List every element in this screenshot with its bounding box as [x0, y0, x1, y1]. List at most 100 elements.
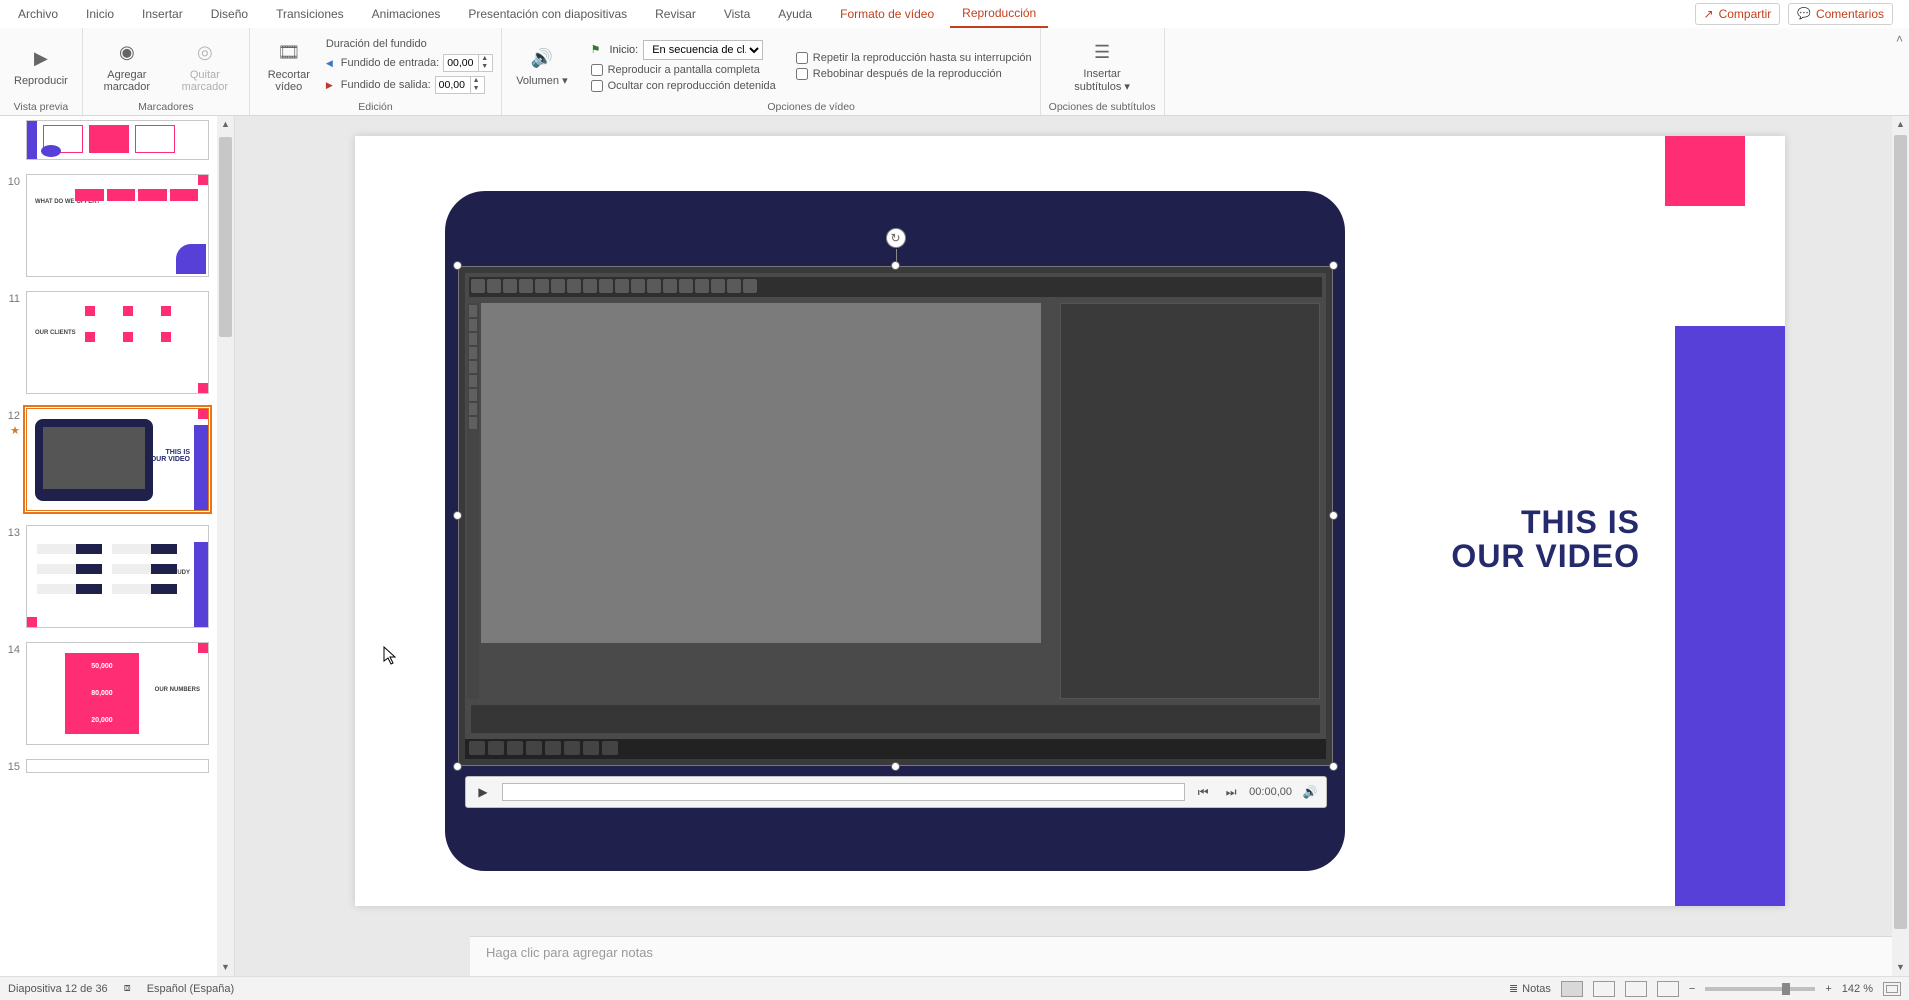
fade-in-spinner[interactable]: ▲▼: [443, 54, 493, 72]
scroll-down-icon[interactable]: ▼: [217, 959, 234, 976]
resize-handle[interactable]: [453, 762, 462, 771]
zoom-slider[interactable]: [1705, 987, 1815, 991]
thumb-14-v2: 80,000: [91, 690, 112, 697]
slide-thumb-15-partial[interactable]: [26, 759, 209, 773]
fade-in-input[interactable]: [444, 57, 478, 69]
share-button[interactable]: Compartir: [1695, 3, 1781, 25]
zoom-in-button[interactable]: +: [1825, 983, 1831, 995]
bookmark-add-icon: ◉: [113, 39, 141, 67]
ribbon-group-preview: ▶ Reproducir Vista previa: [0, 28, 83, 115]
trim-video-label: Recortar vídeo: [264, 69, 314, 93]
player-play-button[interactable]: ▶: [472, 781, 494, 803]
status-slide-indicator[interactable]: Diapositiva 12 de 36: [8, 983, 108, 995]
ribbon-volume-label: [540, 99, 543, 113]
editor-scrollbar[interactable]: ▲ ▼: [1892, 116, 1909, 976]
loop-label: Repetir la reproducción hasta su interru…: [813, 52, 1032, 64]
fade-out-spinner[interactable]: ▲▼: [435, 76, 485, 94]
collapse-ribbon-icon[interactable]: ˄: [1896, 32, 1903, 46]
video-frame[interactable]: [458, 266, 1333, 766]
fullscreen-checkbox[interactable]: [591, 64, 603, 76]
accessibility-icon[interactable]: ⧈: [124, 982, 131, 995]
view-slideshow-icon[interactable]: [1657, 981, 1679, 997]
fade-out-label: Fundido de salida:: [341, 79, 431, 91]
add-bookmark-label: Agregar marcador: [97, 69, 157, 93]
ribbon-video-opts-label: Opciones de vídeo: [767, 99, 855, 113]
start-select[interactable]: En secuencia de cl...: [643, 40, 763, 60]
slide-thumb-13[interactable]: CASE STUDY: [26, 525, 209, 628]
menu-inicio[interactable]: Inicio: [74, 1, 126, 27]
menu-archivo[interactable]: Archivo: [6, 1, 70, 27]
volume-button[interactable]: 🔊 Volumen ▾: [510, 42, 573, 89]
remove-bookmark-button: ◎ Quitar marcador: [169, 37, 241, 95]
start-flag-icon: [591, 43, 605, 56]
player-prev-button[interactable]: ⏮: [1193, 785, 1213, 800]
player-volume-button[interactable]: 🔊: [1300, 785, 1320, 799]
scroll-up-icon[interactable]: ▲: [1892, 116, 1909, 133]
menu-presentacion[interactable]: Presentación con diapositivas: [456, 1, 639, 27]
video-object-selection[interactable]: ↻: [458, 266, 1333, 766]
menu-reproduccion[interactable]: Reproducción: [950, 0, 1048, 28]
status-language[interactable]: Español (España): [147, 983, 234, 995]
scroll-down-icon[interactable]: ▼: [1892, 959, 1909, 976]
fit-to-window-icon[interactable]: [1883, 982, 1901, 996]
slide-thumb-9-partial[interactable]: [26, 120, 209, 160]
resize-handle[interactable]: [891, 261, 900, 270]
comments-button[interactable]: Comentarios: [1788, 3, 1893, 25]
fade-in-label: Fundido de entrada:: [341, 57, 439, 69]
notes-pane[interactable]: Haga clic para agregar notas: [470, 936, 1892, 976]
scroll-up-icon[interactable]: ▲: [217, 116, 234, 133]
slide-thumb-12[interactable]: THIS IS OUR VIDEO: [26, 408, 209, 511]
decor-pink-square: [1665, 136, 1745, 206]
menu-vista[interactable]: Vista: [712, 1, 762, 27]
menu-insertar[interactable]: Insertar: [130, 1, 195, 27]
player-next-button[interactable]: ⏭: [1221, 785, 1241, 800]
menu-transiciones[interactable]: Transiciones: [264, 1, 356, 27]
thumb-12-t1: THIS IS: [151, 449, 190, 456]
view-normal-icon[interactable]: [1561, 981, 1583, 997]
thumb-scrollbar[interactable]: ▲ ▼: [217, 116, 234, 976]
slide-thumb-10[interactable]: WHAT DO WE OFFER?: [26, 174, 209, 277]
scroll-handle[interactable]: [219, 137, 232, 337]
fullscreen-checkbox-row[interactable]: Reproducir a pantalla completa: [591, 64, 760, 76]
thumb-number: 14: [6, 642, 20, 656]
loop-checkbox[interactable]: [796, 52, 808, 64]
menu-diseno[interactable]: Diseño: [199, 1, 260, 27]
view-reading-icon[interactable]: [1625, 981, 1647, 997]
menu-ayuda[interactable]: Ayuda: [766, 1, 824, 27]
add-bookmark-button[interactable]: ◉ Agregar marcador: [91, 37, 163, 95]
slide-thumb-11[interactable]: OUR CLIENTS: [26, 291, 209, 394]
hide-checkbox[interactable]: [591, 80, 603, 92]
play-preview-button[interactable]: ▶ Reproducir: [8, 43, 74, 89]
zoom-slider-knob[interactable]: [1782, 983, 1790, 995]
hide-checkbox-row[interactable]: Ocultar con reproducción detenida: [591, 80, 776, 92]
menu-formato-video[interactable]: Formato de vídeo: [828, 1, 946, 27]
notes-toggle[interactable]: ≣Notas: [1509, 982, 1551, 995]
slide-editor[interactable]: THIS IS OUR VIDEO ↻: [235, 116, 1909, 976]
scroll-handle[interactable]: [1894, 135, 1907, 929]
slide-title: THIS IS OUR VIDEO: [1451, 506, 1640, 573]
zoom-out-button[interactable]: −: [1689, 983, 1695, 995]
rotate-handle-icon[interactable]: ↻: [886, 228, 906, 248]
view-sorter-icon[interactable]: [1593, 981, 1615, 997]
menu-revisar[interactable]: Revisar: [643, 1, 708, 27]
fade-out-input[interactable]: [436, 79, 470, 91]
zoom-level[interactable]: 142 %: [1842, 983, 1873, 995]
scroll-track[interactable]: [1892, 133, 1909, 959]
resize-handle[interactable]: [453, 511, 462, 520]
slide-canvas[interactable]: THIS IS OUR VIDEO ↻: [355, 136, 1785, 906]
resize-handle[interactable]: [1329, 261, 1338, 270]
resize-handle[interactable]: [1329, 511, 1338, 520]
slide-thumb-14[interactable]: 50,000 80,000 20,000 OUR NUMBERS: [26, 642, 209, 745]
rewind-checkbox[interactable]: [796, 68, 808, 80]
resize-handle[interactable]: [453, 261, 462, 270]
rewind-checkbox-row[interactable]: Rebobinar después de la reproducción: [796, 68, 1002, 80]
loop-checkbox-row[interactable]: Repetir la reproducción hasta su interru…: [796, 52, 1032, 64]
resize-handle[interactable]: [891, 762, 900, 771]
scroll-track[interactable]: [217, 133, 234, 959]
player-seek-track[interactable]: [502, 783, 1185, 801]
thumb-14-v1: 50,000: [91, 663, 112, 670]
trim-video-button[interactable]: 🎞 Recortar vídeo: [258, 37, 320, 95]
insert-captions-button[interactable]: ☰ Insertar subtítulos ▾: [1066, 36, 1138, 95]
menu-animaciones[interactable]: Animaciones: [360, 1, 453, 27]
resize-handle[interactable]: [1329, 762, 1338, 771]
